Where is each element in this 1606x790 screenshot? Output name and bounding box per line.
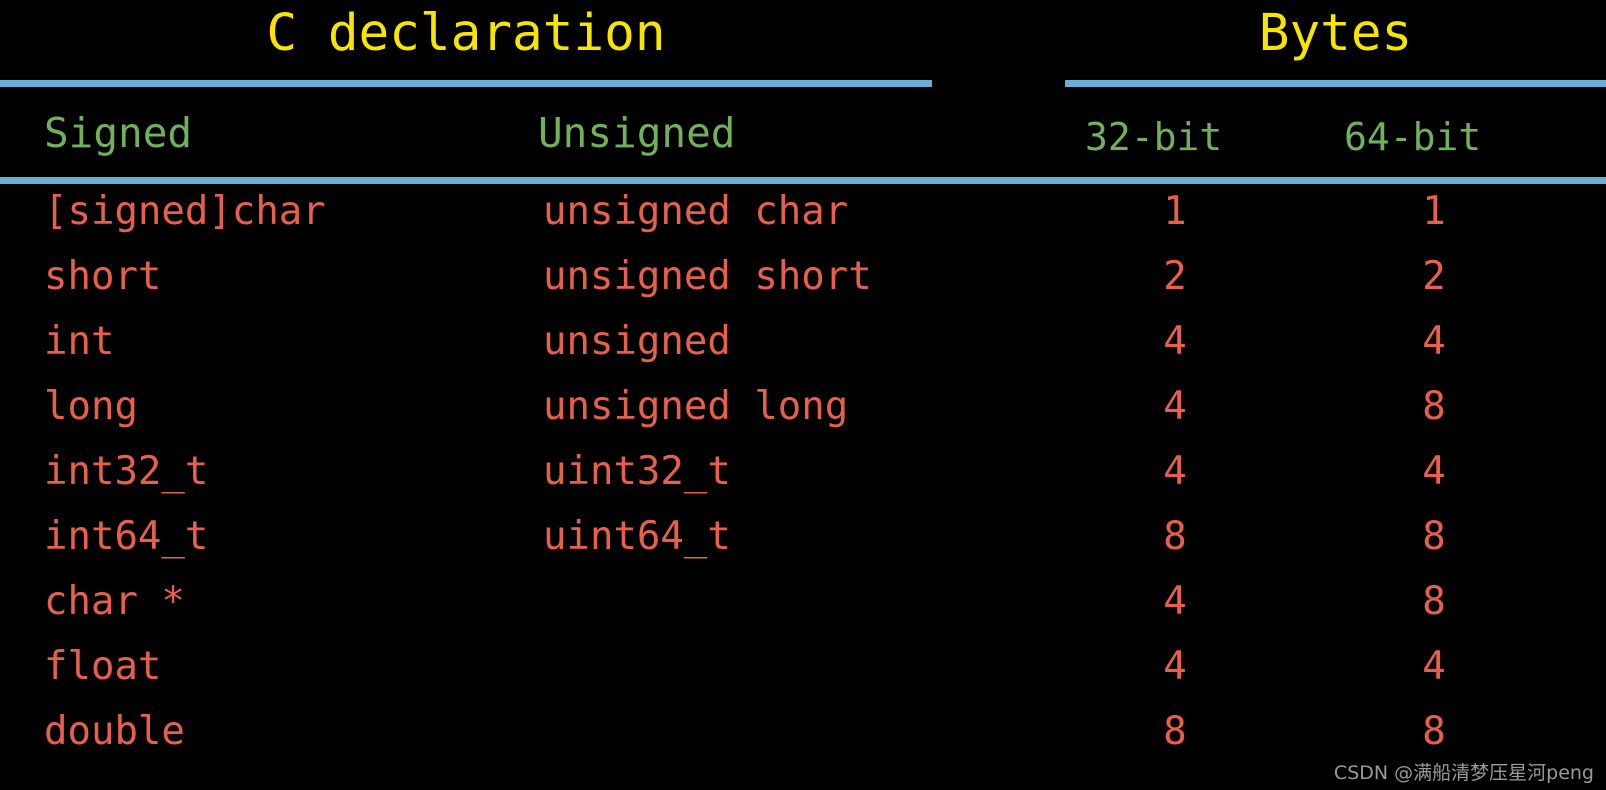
table-row: int32_t uint32_t 4 4: [0, 449, 1606, 514]
cell-signed: float: [44, 644, 162, 689]
cell-64-bit: 2: [1422, 254, 1446, 299]
cell-32-bit: 4: [1163, 644, 1187, 689]
cell-signed: [signed]char: [44, 189, 326, 234]
table-row: char * 4 8: [0, 579, 1606, 644]
cell-32-bit: 8: [1163, 514, 1187, 559]
cell-unsigned: uint64_t: [543, 514, 731, 559]
cell-unsigned: unsigned: [543, 319, 731, 364]
table-row: short unsigned short 2 2: [0, 254, 1606, 319]
cell-64-bit: 8: [1422, 579, 1446, 624]
cell-signed: char *: [44, 579, 185, 624]
cell-64-bit: 8: [1422, 384, 1446, 429]
rule-top-right: [1065, 80, 1606, 87]
cell-unsigned: unsigned short: [543, 254, 872, 299]
rule-top-left: [0, 80, 932, 87]
table-row: [signed]char unsigned char 1 1: [0, 189, 1606, 254]
column-header-32-bit: 32-bit: [1085, 115, 1223, 159]
rule-header-bottom: [0, 177, 1606, 184]
cell-64-bit: 4: [1422, 449, 1446, 494]
column-header-unsigned: Unsigned: [538, 109, 736, 157]
cell-32-bit: 4: [1163, 579, 1187, 624]
cell-32-bit: 1: [1163, 189, 1187, 234]
group-header-bytes: Bytes: [1258, 4, 1413, 63]
cell-32-bit: 2: [1163, 254, 1187, 299]
c-declaration-size-table: C declaration Bytes Signed Unsigned 32-b…: [0, 0, 1606, 790]
column-header-64-bit: 64-bit: [1344, 115, 1482, 159]
cell-signed: int32_t: [44, 449, 209, 494]
cell-signed: short: [44, 254, 162, 299]
cell-unsigned: unsigned char: [543, 189, 849, 234]
cell-signed: int64_t: [44, 514, 209, 559]
cell-64-bit: 8: [1422, 514, 1446, 559]
cell-64-bit: 8: [1422, 709, 1446, 754]
cell-32-bit: 4: [1163, 449, 1187, 494]
table-row: long unsigned long 4 8: [0, 384, 1606, 449]
cell-unsigned: uint32_t: [543, 449, 731, 494]
table-row: int64_t uint64_t 8 8: [0, 514, 1606, 579]
cell-32-bit: 4: [1163, 319, 1187, 364]
cell-32-bit: 4: [1163, 384, 1187, 429]
cell-unsigned: unsigned long: [543, 384, 849, 429]
group-header-c-declaration: C declaration: [266, 4, 666, 63]
cell-64-bit: 4: [1422, 644, 1446, 689]
column-header-signed: Signed: [44, 109, 193, 157]
watermark: CSDN @满船清梦压星河peng: [1333, 762, 1594, 785]
table-body: [signed]char unsigned char 1 1 short uns…: [0, 189, 1606, 774]
cell-64-bit: 1: [1422, 189, 1446, 234]
cell-signed: long: [44, 384, 138, 429]
cell-signed: double: [44, 709, 185, 754]
cell-signed: int: [44, 319, 115, 364]
cell-32-bit: 8: [1163, 709, 1187, 754]
table-row: float 4 4: [0, 644, 1606, 709]
cell-64-bit: 4: [1422, 319, 1446, 364]
table-row: int unsigned 4 4: [0, 319, 1606, 384]
